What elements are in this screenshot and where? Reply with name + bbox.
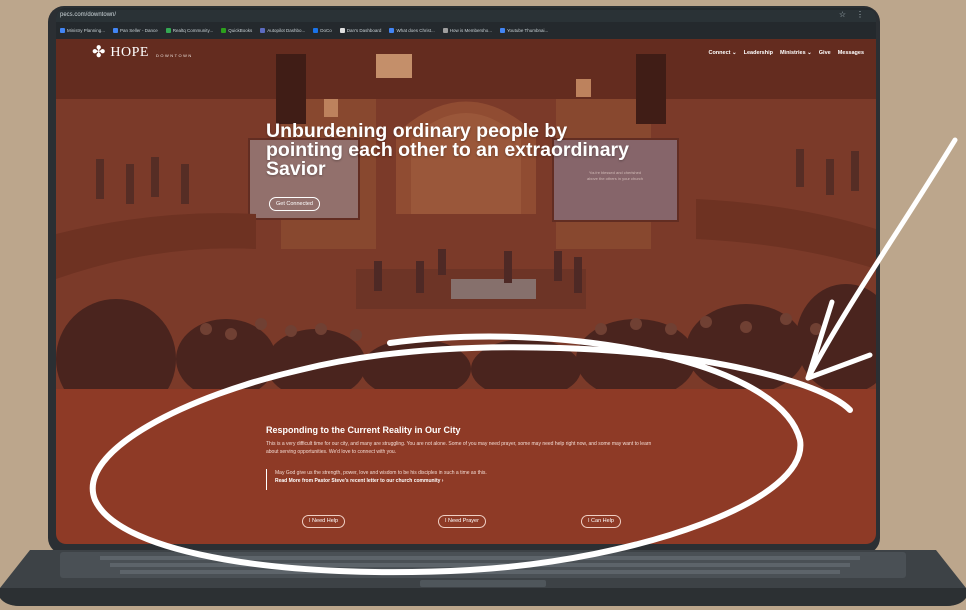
need-prayer-button[interactable]: I Need Prayer [438, 515, 486, 528]
bookmark-favicon-icon [339, 28, 345, 33]
bookmark-item[interactable]: Autopilot Dashbo... [260, 28, 305, 33]
hero-tint [56, 39, 876, 389]
address-bar[interactable]: pecs.com/downtown/ ☆ ⋮ [56, 10, 876, 22]
bookmark-label: Realtq Community... [172, 28, 214, 33]
bookmark-item[interactable]: QuickBooks [221, 28, 252, 33]
nav-connect[interactable]: Connect ⌄ [708, 50, 736, 56]
bookmark-item[interactable]: DoCo [313, 28, 332, 33]
bookmark-item[interactable]: Ministry Planning... [60, 28, 105, 33]
site-logo[interactable]: ✤ HOPE DOWNTOWN [92, 45, 193, 61]
bookmark-item[interactable]: Realtq Community... [165, 28, 214, 33]
bookmark-favicon-icon [60, 28, 65, 33]
bookmark-favicon-icon [313, 28, 319, 33]
need-help-button[interactable]: I Need Help [302, 515, 346, 528]
url-text[interactable]: pecs.com/downtown/ [60, 12, 116, 18]
nav-links: Connect ⌄ Leadership Ministries ⌄ Give M… [708, 50, 864, 56]
bookmark-label: Youtube Thumbnai... [506, 28, 549, 33]
bookmark-item[interactable]: Youtube Thumbnai... [499, 28, 549, 33]
bookmark-favicon-icon [389, 28, 395, 33]
hero-section: You're blessed and cherished above the o… [56, 39, 876, 389]
bookmarks-bar: Ministry Planning... Pan Seller - Dance Re… [56, 24, 876, 37]
bookmark-favicon-icon [113, 28, 119, 33]
laptop-screen: pecs.com/downtown/ ☆ ⋮ Ministry Planning… [56, 8, 876, 544]
bookmark-item[interactable]: How is Membersho... [442, 28, 492, 33]
logo-word: HOPE [110, 45, 149, 60]
bookmark-item[interactable]: What does Christ... [389, 28, 435, 33]
bookmark-label: Pan Seller - Dance [120, 28, 158, 33]
nav-leadership[interactable]: Leadership [744, 50, 773, 56]
get-connected-button[interactable]: Get Connected [269, 197, 320, 211]
laptop-base [0, 550, 966, 606]
star-icon[interactable]: ☆ [839, 10, 846, 19]
bookmark-label: Ministry Planning... [67, 28, 106, 33]
browser-chrome: pecs.com/downtown/ ☆ ⋮ Ministry Planning… [56, 8, 876, 39]
site-nav: ✤ HOPE DOWNTOWN Connect ⌄ Leadership Min… [56, 39, 876, 67]
nav-ministries[interactable]: Ministries ⌄ [780, 50, 812, 56]
response-panel: Responding to the Current Reality in Our… [56, 389, 876, 544]
logo-sub: DOWNTOWN [155, 52, 193, 58]
hero-headline: Unburdening ordinary people by pointing … [266, 120, 629, 180]
bookmark-favicon-icon [499, 28, 505, 33]
nav-give[interactable]: Give [819, 50, 831, 56]
bookmark-label: DoCo [320, 28, 332, 33]
panel-title: Responding to the Current Reality in Our… [266, 425, 461, 435]
bookmark-label: What does Christ... [396, 28, 435, 33]
bookmark-favicon-icon [442, 28, 448, 33]
can-help-button[interactable]: I Can Help [581, 515, 621, 528]
bookmark-favicon-icon [165, 28, 171, 33]
bookmark-label: How is Membersho... [449, 28, 492, 33]
pastor-quote: May God give us the strength, power, lov… [266, 469, 487, 490]
more-icon[interactable]: ⋮ [856, 10, 864, 19]
bookmark-label: Dan's Dashboard [346, 28, 382, 33]
panel-body: This is a very difficult time for our ci… [266, 441, 652, 455]
bookmark-item[interactable]: Pan Seller - Dance [113, 28, 158, 33]
read-more-link[interactable]: Read More from Pastor Steve's recent let… [275, 477, 487, 485]
website: You're blessed and cherished above the o… [56, 39, 876, 544]
quote-text: May God give us the strength, power, lov… [275, 470, 487, 476]
bookmark-favicon-icon [260, 28, 266, 33]
bookmark-label: Autopilot Dashbo... [267, 28, 306, 33]
bookmark-label: QuickBooks [228, 28, 253, 33]
nav-messages[interactable]: Messages [838, 50, 864, 56]
bookmark-item[interactable]: Dan's Dashboard [339, 28, 382, 33]
logo-clover-icon: ✤ [92, 44, 106, 61]
bookmark-favicon-icon [221, 28, 227, 33]
